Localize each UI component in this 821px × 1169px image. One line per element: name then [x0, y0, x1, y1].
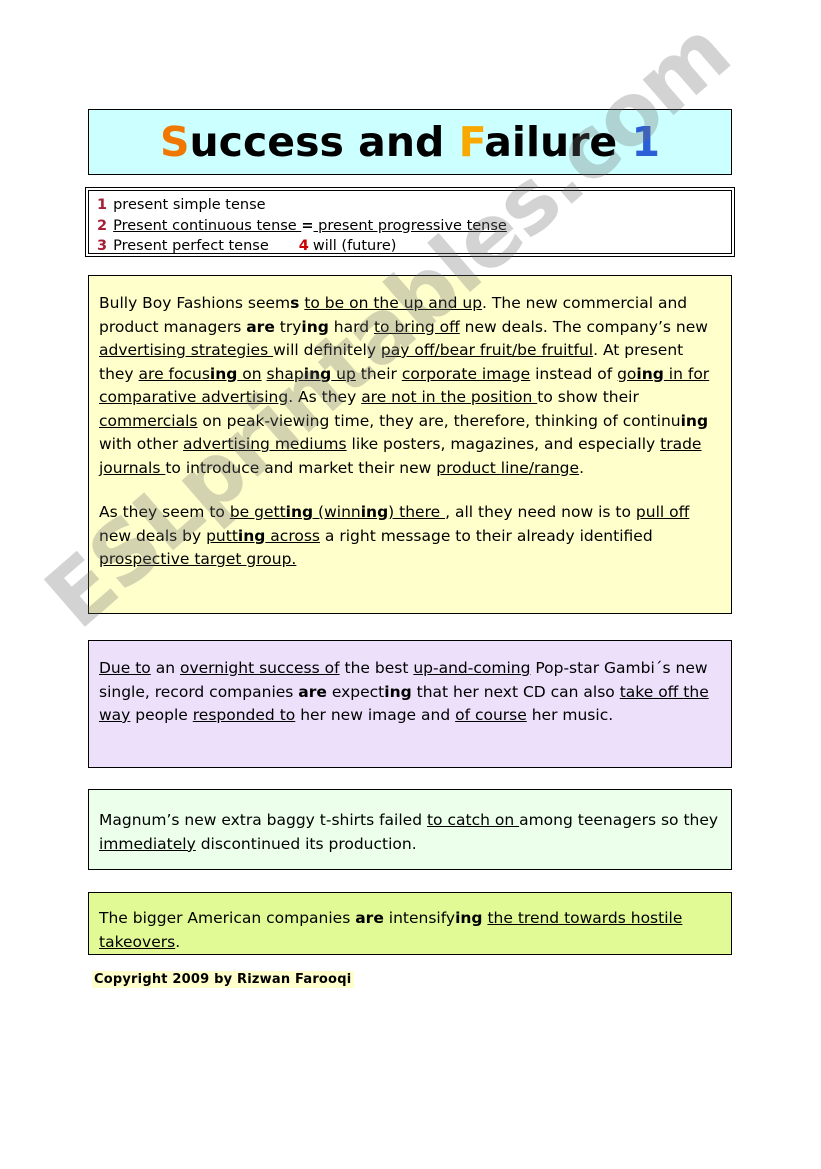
tense-equals-sign: =: [301, 217, 314, 234]
exercise-box-lime: The bigger American companies are intens…: [88, 892, 732, 955]
tense-number-1: 1: [97, 197, 108, 213]
page-title: Success and Failure 1: [160, 121, 660, 163]
paragraph-purple: Due to an overnight success of the best …: [99, 659, 709, 724]
title-part-2: F: [458, 117, 485, 166]
tense-row-3: 3 Present perfect tense 4 will (future): [97, 236, 731, 257]
exercise-box-mint: Magnum’s new extra baggy t-shirts failed…: [88, 789, 732, 870]
worksheet-page: Success and Failure 1 1 present simple te…: [0, 0, 821, 1169]
paragraph-mint: Magnum’s new extra baggy t-shirts failed…: [99, 811, 719, 853]
tense-number-4: 4: [298, 238, 309, 254]
title-part-3: ailure: [484, 117, 632, 166]
tense-legend-box: 1 present simple tense 2 Present continuou…: [85, 187, 735, 257]
tense-number-3: 3: [97, 238, 108, 254]
title-part-0: S: [159, 117, 190, 166]
tense-label-2a: Present continuous tense: [113, 217, 302, 234]
tense-label-1: present simple tense: [113, 197, 266, 213]
tense-label-2b: present progressive tense: [313, 217, 507, 234]
tense-label-3: Present perfect tense: [113, 238, 269, 254]
title-banner: Success and Failure 1: [88, 109, 732, 175]
copyright-notice: Copyright 2009 by Rizwan Farooqi: [92, 971, 355, 988]
title-part-4: 1: [631, 117, 661, 166]
paragraph-yellow-2: As they seem to be getting (winning) the…: [99, 503, 690, 568]
exercise-box-yellow: Bully Boy Fashions seems to be on the up…: [88, 275, 732, 614]
paragraph-lime: The bigger American companies are intens…: [99, 909, 683, 951]
paragraph-yellow-1: Bully Boy Fashions seems to be on the up…: [99, 294, 710, 477]
tense-label-4: will (future): [312, 238, 397, 254]
exercise-box-purple: Due to an overnight success of the best …: [88, 640, 732, 768]
tense-row-1: 1 present simple tense: [97, 195, 731, 216]
title-part-1: uccess and: [189, 117, 459, 166]
tense-number-2: 2: [97, 217, 108, 234]
tense-row-2: 2 Present continuous tense = present prog…: [97, 216, 731, 237]
